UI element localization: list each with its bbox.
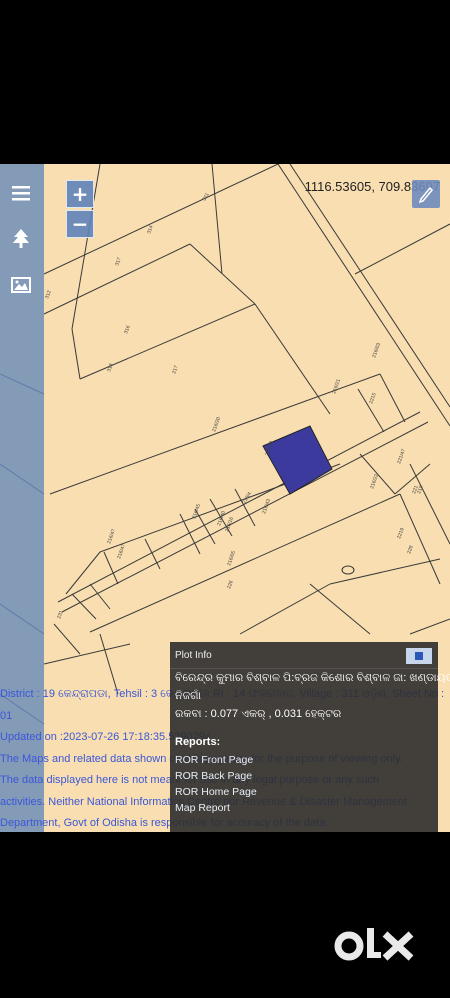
close-button[interactable] xyxy=(406,648,432,664)
menu-icon[interactable] xyxy=(8,180,34,206)
ror-back-page-link[interactable]: ROR Back Page xyxy=(175,770,252,782)
close-icon xyxy=(415,652,423,660)
ror-front-page-link[interactable]: ROR Front Page xyxy=(175,754,253,766)
edit-button[interactable] xyxy=(412,180,440,208)
olx-logo xyxy=(334,928,414,961)
plot-info-popup: Plot Info ବିରେନ୍ଦ୍ର କୁମାର ବିଶ୍ବାଳ ପି:ବ୍ର… xyxy=(170,642,450,832)
owner-info: ବିରେନ୍ଦ୍ର କୁମାର ବିଶ୍ବାଳ ପି:ବ୍ରଜ କିଶୋର ବି… xyxy=(175,672,450,684)
area-info: ରକବା : 0.077 ଏକର୍ , 0.031 ହେକ୍ଟର xyxy=(175,708,342,720)
village-info: ନିଜଗାଁ xyxy=(175,690,202,702)
map-report-link[interactable]: Map Report xyxy=(175,802,230,814)
reports-label: Reports: xyxy=(175,736,221,748)
image-icon[interactable] xyxy=(8,272,34,298)
ror-home-page-link[interactable]: ROR Home Page xyxy=(175,786,257,798)
popup-title: Plot Info xyxy=(175,650,212,661)
pencil-icon xyxy=(418,186,434,203)
zoom-in-button[interactable]: + xyxy=(66,180,94,208)
tree-icon[interactable] xyxy=(8,226,34,252)
divider xyxy=(170,668,438,669)
map-viewer[interactable]: 311 314 317 312 316 313 217 216/20 216/21 2215 216… xyxy=(0,164,450,832)
zoom-out-button[interactable]: − xyxy=(66,210,94,238)
